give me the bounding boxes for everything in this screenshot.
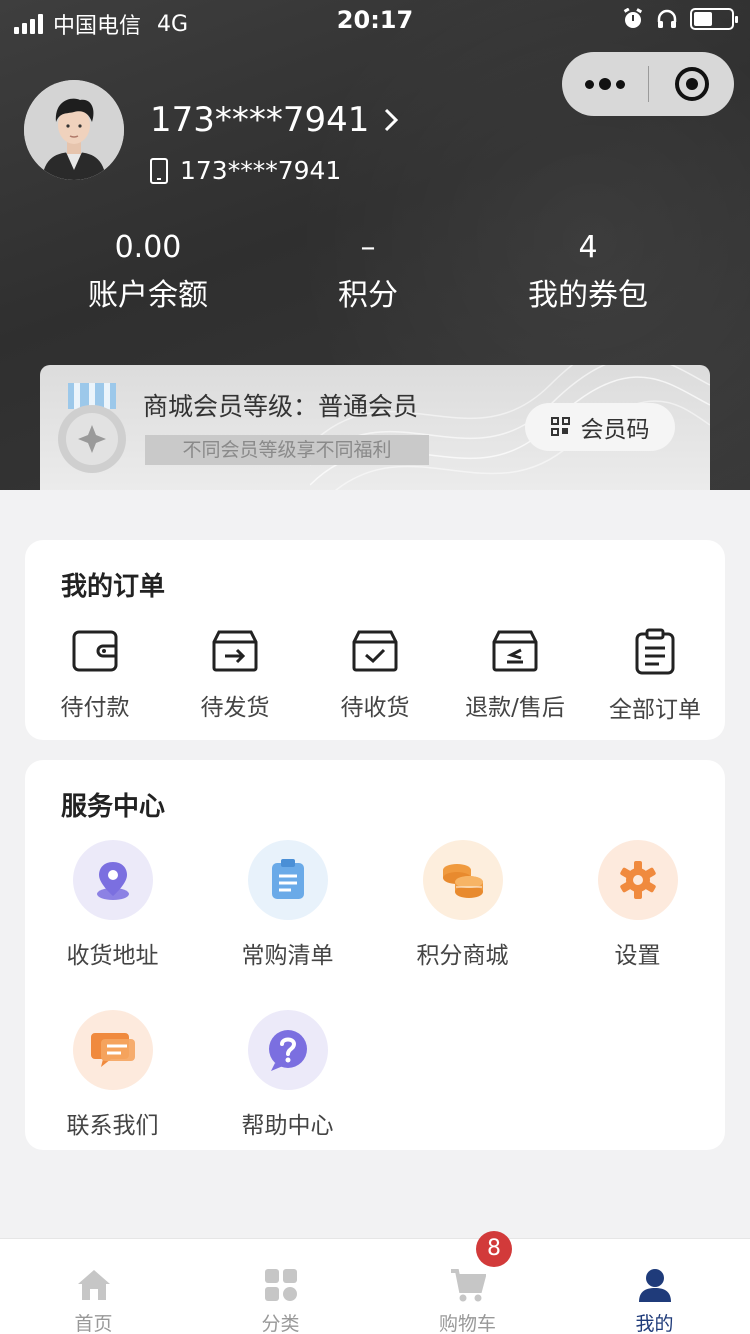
medal-icon: [58, 383, 126, 473]
bottom-tab-bar: 首页 分类 购物车 我的: [0, 1238, 750, 1334]
more-options-icon[interactable]: [562, 52, 648, 116]
service-label: 积分商城: [416, 943, 509, 969]
chevron-right-icon: [385, 108, 399, 132]
account-stats: 0.00 账户余额 – 积分 4 我的券包: [0, 230, 750, 320]
order-pending-payment[interactable]: 待付款: [25, 628, 165, 722]
member-level-subtitle: 不同会员等级享不同福利: [145, 435, 429, 465]
stat-label: 账户余额: [88, 278, 208, 313]
phone-icon: [150, 157, 168, 184]
status-bar: 中国电信 4G 20:17: [0, 0, 750, 40]
service-label: 帮助中心: [241, 1113, 334, 1139]
user-icon: [638, 1269, 671, 1302]
clipboard-icon: [247, 840, 328, 920]
member-code-label: 会员码: [580, 417, 650, 443]
order-label: 待发货: [200, 695, 270, 721]
gear-icon: [597, 840, 678, 920]
order-pending-receipt[interactable]: 待收货: [305, 628, 445, 722]
cart-icon: [450, 1269, 487, 1302]
wallet-icon: [72, 630, 118, 672]
chat-icon: [72, 1010, 153, 1090]
alarm-icon: [623, 8, 643, 28]
tab-label: 我的: [635, 1313, 674, 1334]
battery-icon: [690, 8, 738, 30]
box-return-icon: [492, 630, 538, 672]
orders-card: 我的订单 待付款 待发货 待收货 退款/售后 全部订单: [25, 540, 725, 740]
tab-cart[interactable]: 购物车: [374, 1239, 561, 1334]
tab-mine[interactable]: 我的: [561, 1239, 748, 1334]
tab-label: 购物车: [438, 1313, 496, 1334]
headphones-icon: [657, 9, 677, 28]
service-label: 设置: [614, 943, 661, 969]
phone-number: 173****7941: [180, 156, 342, 185]
location-pin-icon: [72, 840, 153, 920]
cart-badge: 8: [476, 1231, 512, 1267]
order-label: 全部订单: [609, 697, 701, 723]
services-title: 服务中心: [61, 792, 166, 822]
service-help-center[interactable]: 帮助中心: [200, 1010, 375, 1140]
question-icon: [247, 1010, 328, 1090]
stat-coupons[interactable]: 4 我的券包: [468, 230, 708, 320]
grid-icon: [264, 1269, 297, 1301]
home-icon: [77, 1270, 110, 1300]
member-card[interactable]: 商城会员等级：普通会员 不同会员等级享不同福利 会员码: [40, 365, 710, 490]
tab-home[interactable]: 首页: [0, 1239, 187, 1334]
mini-program-capsule: [562, 52, 734, 116]
stat-value: 0.00: [114, 230, 182, 265]
stat-value: 4: [578, 230, 598, 265]
stat-balance[interactable]: 0.00 账户余额: [28, 230, 268, 320]
service-address[interactable]: 收货地址: [25, 840, 200, 970]
username[interactable]: 173****7941: [150, 100, 399, 140]
service-settings[interactable]: 设置: [550, 840, 725, 970]
service-frequent-list[interactable]: 常购清单: [200, 840, 375, 970]
profile-header: 中国电信 4G 20:17 173****7941 173****7941 0.…: [0, 0, 750, 490]
service-label: 收货地址: [66, 943, 159, 969]
box-check-icon: [352, 630, 398, 672]
order-all[interactable]: 全部订单: [585, 628, 725, 724]
services-card: 服务中心 收货地址 常购清单 积分商城 设置 联系我们 帮助中心: [25, 760, 725, 1150]
order-label: 待收货: [340, 695, 410, 721]
tab-label: 分类: [261, 1313, 300, 1334]
order-refund[interactable]: 退款/售后: [445, 628, 585, 722]
qr-code-icon: [550, 417, 571, 437]
orders-title: 我的订单: [61, 572, 166, 602]
avatar[interactable]: [24, 80, 124, 180]
username-text: 173****7941: [150, 100, 370, 140]
order-label: 待付款: [60, 695, 130, 721]
phone-row: 173****7941: [150, 156, 341, 185]
close-mini-program-icon[interactable]: [649, 52, 734, 116]
service-points-mall[interactable]: 积分商城: [375, 840, 550, 970]
stat-label: 积分: [338, 278, 398, 313]
box-arrow-icon: [212, 630, 258, 672]
member-level-title: 商城会员等级：普通会员: [143, 392, 419, 421]
stat-label: 我的券包: [528, 278, 648, 313]
service-label: 联系我们: [66, 1113, 159, 1139]
order-pending-shipment[interactable]: 待发货: [165, 628, 305, 722]
coins-icon: [422, 840, 503, 920]
service-label: 常购清单: [241, 943, 334, 969]
clipboard-list-icon: [635, 628, 675, 675]
tab-category[interactable]: 分类: [187, 1239, 374, 1334]
service-contact-us[interactable]: 联系我们: [25, 1010, 200, 1140]
stat-value: –: [360, 230, 376, 265]
stat-points[interactable]: – 积分: [248, 230, 488, 320]
member-code-button[interactable]: 会员码: [525, 403, 675, 451]
tab-label: 首页: [74, 1313, 113, 1334]
order-label: 退款/售后: [465, 695, 565, 721]
